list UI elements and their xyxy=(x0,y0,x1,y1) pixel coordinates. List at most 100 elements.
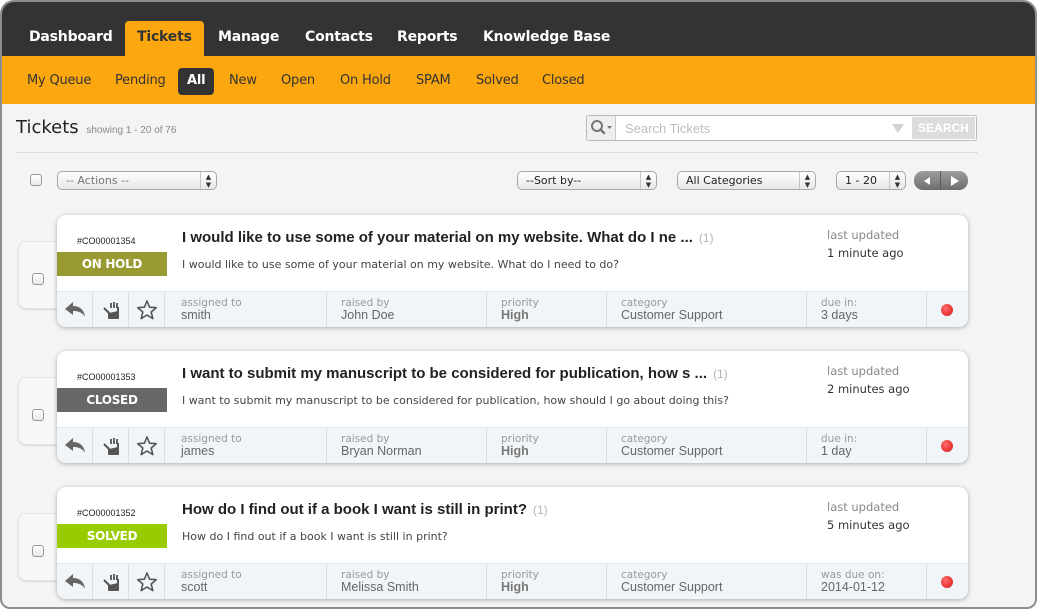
subtab-new[interactable]: New xyxy=(223,68,263,95)
next-page-button[interactable] xyxy=(941,171,968,190)
ticket-title[interactable]: I want to submit my manuscript to be con… xyxy=(182,365,728,382)
due-value: 1 day xyxy=(821,444,852,458)
reply-button[interactable] xyxy=(57,564,93,599)
reply-count: (1) xyxy=(698,231,714,245)
due-field: due in: 3 days xyxy=(807,292,927,327)
subtab-spam[interactable]: SPAM xyxy=(410,68,457,95)
subtab-open[interactable]: Open xyxy=(275,68,321,95)
subtab-on-hold[interactable]: On Hold xyxy=(334,68,397,95)
search-input[interactable] xyxy=(625,119,895,137)
category-value: Customer Support xyxy=(621,444,723,458)
star-button[interactable] xyxy=(129,428,165,463)
priority-field: priority High xyxy=(487,564,607,599)
sub-nav: My Queue Pending All New Open On Hold SP… xyxy=(2,56,1035,104)
ticket-checkbox[interactable] xyxy=(32,273,44,285)
actions-select-value: -- Actions -- xyxy=(66,174,130,187)
assigned-to-value: smith xyxy=(181,308,211,322)
tab-dashboard[interactable]: Dashboard xyxy=(17,21,125,56)
star-icon xyxy=(136,436,157,456)
take-ticket-button[interactable] xyxy=(93,564,129,599)
category-value: Customer Support xyxy=(621,308,723,322)
ticket-title-text: I would like to use some of your materia… xyxy=(182,229,693,246)
raised-by-value: Bryan Norman xyxy=(341,444,422,458)
priority-field: priority High xyxy=(487,292,607,327)
raised-by-field: raised by Melissa Smith xyxy=(327,564,487,599)
priority-value: High xyxy=(501,580,529,594)
prev-page-button[interactable] xyxy=(914,171,941,190)
assigned-to-value: scott xyxy=(181,580,208,594)
subtab-my-queue[interactable]: My Queue xyxy=(21,68,97,95)
tab-contacts[interactable]: Contacts xyxy=(293,21,385,56)
search-icon xyxy=(591,120,612,135)
main-nav: Dashboard Tickets Manage Contacts Report… xyxy=(2,2,1035,56)
subtab-solved[interactable]: Solved xyxy=(470,68,525,95)
ticket-card[interactable]: #CO00001353 CLOSED I want to submit my m… xyxy=(57,351,968,463)
app-window: Dashboard Tickets Manage Contacts Report… xyxy=(0,0,1037,609)
select-arrows-icon: ▲ ▼ xyxy=(889,172,905,189)
ticket-excerpt: I want to submit my manuscript to be con… xyxy=(182,394,729,407)
raised-by-value: John Doe xyxy=(341,308,395,322)
take-ticket-button[interactable] xyxy=(93,428,129,463)
reply-icon xyxy=(64,302,85,317)
ticket-row: #CO00001352 SOLVED How do I find out if … xyxy=(16,487,971,602)
search-dropdown-icon[interactable] xyxy=(892,124,904,133)
ticket-row: #CO00001354 ON HOLD I would like to use … xyxy=(16,215,971,330)
page-title: Tickets showing 1 - 20 of 76 xyxy=(16,117,176,138)
star-button[interactable] xyxy=(129,564,165,599)
last-updated-value: 5 minutes ago xyxy=(827,518,910,532)
ticket-footer: assigned to james raised by Bryan Norman… xyxy=(57,427,968,463)
priority-indicator-icon xyxy=(941,304,953,316)
page-range-select[interactable]: 1 - 20 ▲ ▼ xyxy=(836,171,906,190)
star-button[interactable] xyxy=(129,292,165,327)
tab-knowledge-base[interactable]: Knowledge Base xyxy=(471,21,622,56)
sort-by-value: --Sort by-- xyxy=(526,174,582,187)
take-ticket-button[interactable] xyxy=(93,292,129,327)
ticket-checkbox[interactable] xyxy=(32,545,44,557)
subtab-pending[interactable]: Pending xyxy=(109,68,172,95)
star-icon xyxy=(136,300,157,320)
search-button[interactable]: SEARCH xyxy=(912,117,975,139)
ticket-card[interactable]: #CO00001354 ON HOLD I would like to use … xyxy=(57,215,968,327)
last-updated-value: 2 minutes ago xyxy=(827,382,910,396)
assigned-to-field: assigned to scott xyxy=(167,564,327,599)
select-arrows-icon: ▲ ▼ xyxy=(200,172,216,189)
search-bar: SEARCH xyxy=(586,115,977,141)
assigned-to-field: assigned to smith xyxy=(167,292,327,327)
last-updated-value: 1 minute ago xyxy=(827,246,904,260)
select-arrows-icon: ▲ ▼ xyxy=(640,172,656,189)
assigned-to-field: assigned to james xyxy=(167,428,327,463)
search-options-button[interactable] xyxy=(587,116,616,140)
ticket-title[interactable]: How do I find out if a book I want is st… xyxy=(182,501,548,518)
subtab-closed[interactable]: Closed xyxy=(536,68,590,95)
priority-value: High xyxy=(501,308,529,322)
priority-field: priority High xyxy=(487,428,607,463)
raised-by-field: raised by John Doe xyxy=(327,292,487,327)
page-title-text: Tickets xyxy=(16,117,79,138)
hand-icon xyxy=(102,438,119,455)
ticket-excerpt: How do I find out if a book I want is st… xyxy=(182,530,448,543)
ticket-row: #CO00001353 CLOSED I want to submit my m… xyxy=(16,351,971,466)
due-field: was due on: 2014-01-12 xyxy=(807,564,927,599)
reply-icon xyxy=(64,574,85,589)
category-select[interactable]: All Categories ▲ ▼ xyxy=(677,171,816,190)
ticket-card[interactable]: #CO00001352 SOLVED How do I find out if … xyxy=(57,487,968,599)
sort-by-select[interactable]: --Sort by-- ▲ ▼ xyxy=(517,171,657,190)
status-badge: ON HOLD xyxy=(57,252,167,276)
tab-reports[interactable]: Reports xyxy=(385,21,469,56)
subtab-all[interactable]: All xyxy=(178,68,215,95)
ticket-checkbox[interactable] xyxy=(32,409,44,421)
ticket-title[interactable]: I would like to use some of your materia… xyxy=(182,229,714,246)
tab-tickets[interactable]: Tickets xyxy=(125,21,204,56)
due-field: due in: 1 day xyxy=(807,428,927,463)
actions-select[interactable]: -- Actions -- ▲ ▼ xyxy=(57,171,217,190)
select-all-checkbox[interactable] xyxy=(30,174,42,186)
tab-manage[interactable]: Manage xyxy=(206,21,291,56)
reply-button[interactable] xyxy=(57,292,93,327)
hand-icon xyxy=(102,574,119,591)
select-arrows-icon: ▲ ▼ xyxy=(799,172,815,189)
divider xyxy=(16,152,977,153)
arrow-left-icon xyxy=(924,177,930,185)
last-updated-label: last updated xyxy=(827,228,900,242)
status-badge: CLOSED xyxy=(57,388,167,412)
reply-button[interactable] xyxy=(57,428,93,463)
